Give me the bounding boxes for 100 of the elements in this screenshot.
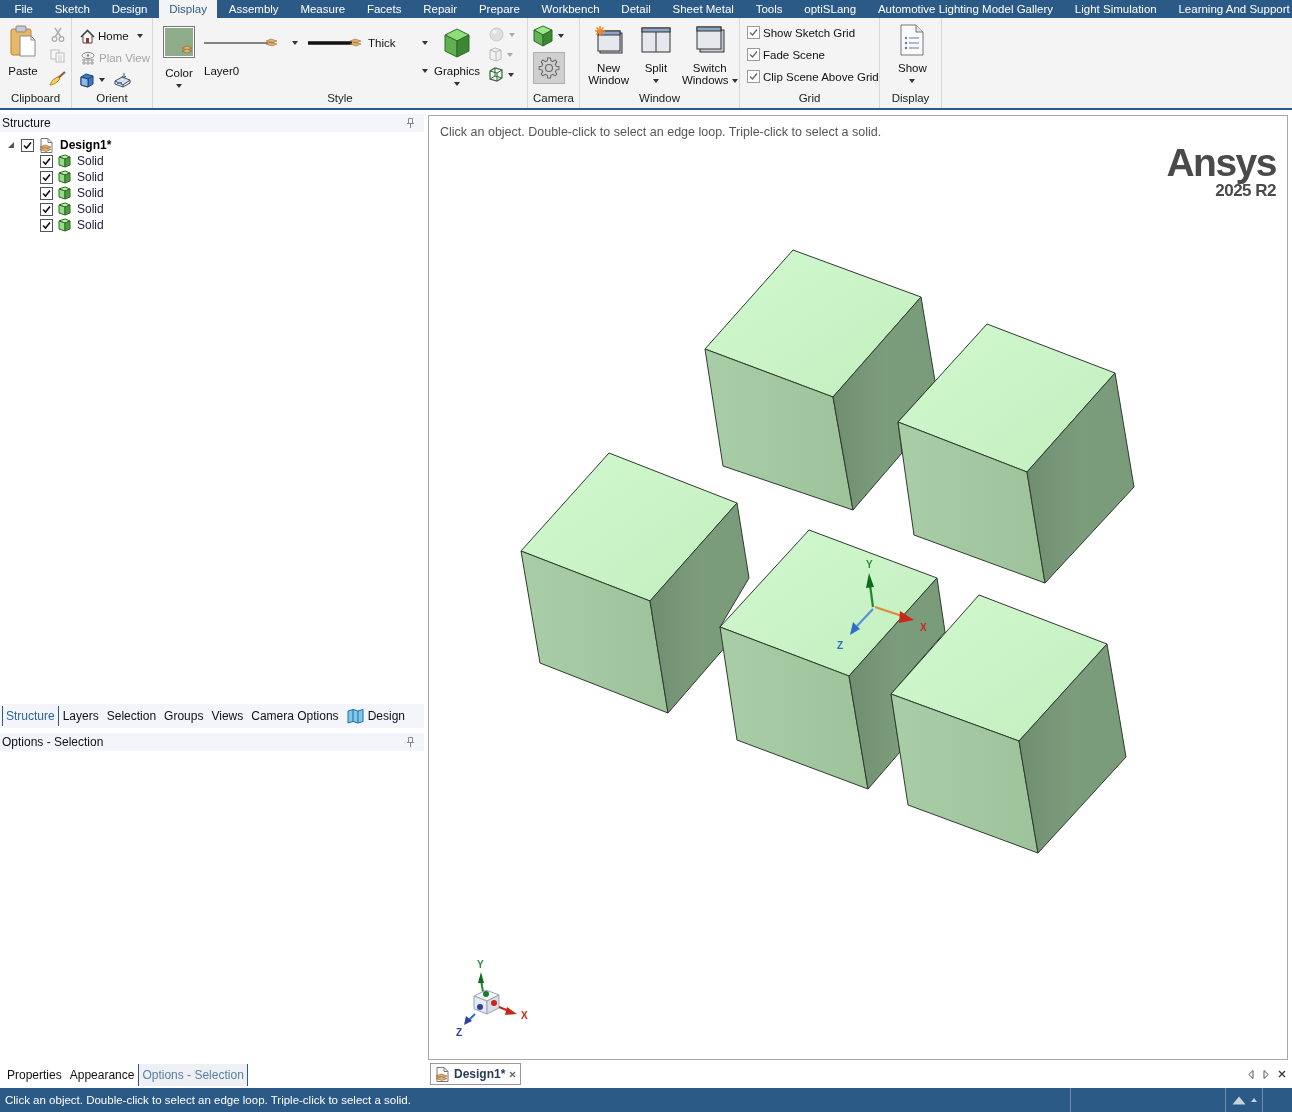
- layer-dropdown[interactable]: Layer0: [204, 65, 428, 77]
- solid-body-icon: [58, 154, 71, 168]
- orientation-cube-icon[interactable]: [473, 989, 500, 1015]
- menu-tab[interactable]: Sketch: [44, 0, 101, 18]
- menu-tab[interactable]: Display: [158, 0, 218, 18]
- grid-option-checkbox[interactable]: Fade Scene: [747, 47, 879, 62]
- panel-tab[interactable]: Camera Options: [247, 706, 343, 726]
- menu-tab[interactable]: Automotive Lighting Model Gallery: [867, 0, 1064, 18]
- tree-item-label[interactable]: Solid: [77, 154, 104, 168]
- caret-icon: [292, 41, 298, 45]
- z-axis-arrow[interactable]: [464, 1013, 476, 1025]
- pin-icon[interactable]: [407, 118, 414, 128]
- menu-tab[interactable]: Learning And Support: [1168, 0, 1292, 18]
- snap-view-button[interactable]: [114, 72, 131, 88]
- cube[interactable]: [704, 249, 936, 511]
- panel-tab[interactable]: Selection: [102, 706, 161, 726]
- panel-tab[interactable]: Views: [207, 706, 248, 726]
- group-label: Clipboard: [10, 91, 61, 106]
- z-axis-arrow[interactable]: [850, 608, 874, 635]
- new-window-button[interactable]: New Window: [586, 25, 632, 90]
- up-arrow-icon[interactable]: [1232, 1095, 1246, 1105]
- menu-tab[interactable]: Assembly: [218, 0, 289, 18]
- checkbox[interactable]: [747, 26, 760, 39]
- status-message: Click an object. Double-click to select an edge loop. Triple-click to select a solid.: [4, 1093, 412, 1108]
- thin-line-icon: [204, 38, 278, 48]
- panel-tab[interactable]: Design: [342, 706, 409, 726]
- format-painter-button[interactable]: [49, 70, 66, 86]
- x-axis-arrow[interactable]: [874, 605, 914, 623]
- small-up-arrow-icon[interactable]: [1251, 1098, 1257, 1102]
- close-icon[interactable]: [509, 1070, 517, 1078]
- settings-icon: [538, 57, 560, 79]
- solid-body-icon: [58, 170, 71, 184]
- menu-tab[interactable]: Facets: [356, 0, 412, 18]
- stacked-windows-icon: [694, 25, 725, 55]
- camera-settings-button[interactable]: [533, 52, 565, 84]
- panel-tab[interactable]: Options - Selection: [138, 1064, 248, 1086]
- checkbox[interactable]: [747, 70, 760, 83]
- checkbox[interactable]: [40, 202, 53, 216]
- tree-item-label[interactable]: Solid: [77, 170, 104, 184]
- menu-tab[interactable]: Sheet Metal: [662, 0, 745, 18]
- tree-item-label[interactable]: Solid: [77, 186, 104, 200]
- checkbox[interactable]: [40, 154, 53, 168]
- close-icon[interactable]: [1278, 1070, 1286, 1078]
- color-button[interactable]: Color: [162, 26, 196, 90]
- panel-tab[interactable]: Layers: [58, 706, 103, 726]
- menu-tab[interactable]: Measure: [290, 0, 356, 18]
- axis-label: X: [920, 622, 927, 633]
- checkbox[interactable]: [747, 48, 760, 61]
- panel-tab[interactable]: Structure: [2, 706, 59, 726]
- menu-tab[interactable]: File: [4, 0, 44, 18]
- switch-windows-button[interactable]: Switch Windows: [680, 25, 739, 90]
- menu-tab[interactable]: Detail: [610, 0, 662, 18]
- x-axis-arrow[interactable]: [498, 1006, 517, 1015]
- tree-item-label[interactable]: Design1*: [60, 138, 112, 152]
- scroll-left-icon[interactable]: [1248, 1069, 1254, 1079]
- grid-option-checkbox[interactable]: Clip Scene Above Grid: [747, 69, 879, 84]
- home-button[interactable]: Home: [80, 27, 143, 45]
- pin-icon[interactable]: [407, 737, 414, 747]
- menu-tab[interactable]: Design: [101, 0, 158, 18]
- menu-tab[interactable]: optiSLang: [793, 0, 867, 18]
- 3d-viewport[interactable]: Click an object. Double-click to select an edge loop. Triple-click to select a solid. Ansys 2025 R2 Y X Z Y X Z: [428, 115, 1288, 1060]
- menu-tab[interactable]: Workbench: [531, 0, 610, 18]
- expander-icon[interactable]: [7, 141, 15, 149]
- menu-tab[interactable]: Tools: [745, 0, 793, 18]
- box-arrow-icon: [114, 72, 131, 88]
- axis-label: X: [521, 1010, 528, 1021]
- wireframe-dropdown[interactable]: [489, 67, 515, 82]
- graphics-button[interactable]: Graphics: [434, 26, 480, 90]
- split-button[interactable]: Split: [633, 25, 679, 90]
- menu-tab[interactable]: Repair: [412, 0, 468, 18]
- scroll-right-icon[interactable]: [1263, 1069, 1269, 1079]
- show-button[interactable]: Show: [898, 24, 927, 90]
- panel-tab[interactable]: Groups: [160, 706, 208, 726]
- checkbox[interactable]: [40, 218, 53, 232]
- cube[interactable]: [897, 323, 1135, 584]
- checkbox[interactable]: [40, 186, 53, 200]
- grid-option-checkbox[interactable]: Show Sketch Grid: [747, 25, 879, 40]
- line-weight-dropdown[interactable]: Thick: [308, 37, 428, 49]
- solid-body-icon: [58, 218, 71, 232]
- checkbox[interactable]: [21, 138, 34, 152]
- eye-grid-icon: [80, 50, 96, 66]
- caret-icon: [558, 34, 564, 38]
- paste-button[interactable]: Paste: [6, 25, 40, 90]
- view-cube-button[interactable]: [80, 72, 105, 88]
- cube[interactable]: [890, 594, 1127, 854]
- document-tab[interactable]: Design1*: [430, 1063, 522, 1085]
- caret-icon: [454, 82, 460, 86]
- cube[interactable]: [520, 452, 750, 714]
- y-axis-arrow[interactable]: [866, 573, 875, 608]
- menu-tab[interactable]: Light Simulation: [1064, 0, 1168, 18]
- panel-tab[interactable]: Appearance: [65, 1064, 139, 1086]
- tree-item-label[interactable]: Solid: [77, 202, 104, 216]
- menu-tab[interactable]: Prepare: [468, 0, 531, 18]
- axis-label: Y: [866, 559, 873, 570]
- panel-tab[interactable]: Properties: [3, 1064, 66, 1086]
- line-style-dropdown[interactable]: [204, 38, 298, 48]
- solid-body-icon: [58, 186, 71, 200]
- checkbox[interactable]: [40, 170, 53, 184]
- cube[interactable]: [719, 529, 946, 790]
- tree-item-label[interactable]: Solid: [77, 218, 104, 232]
